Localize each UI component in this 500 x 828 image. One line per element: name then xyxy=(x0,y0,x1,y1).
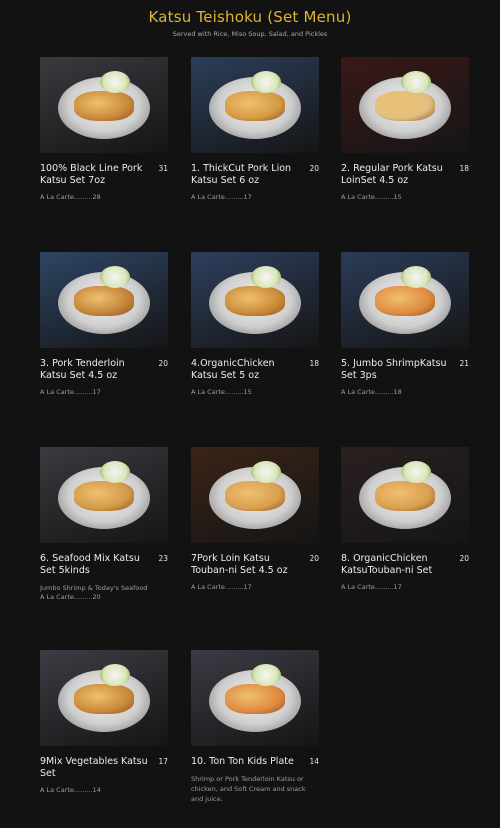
menu-item-photo[interactable] xyxy=(341,447,469,543)
menu-item-alacarte-price: A La Carte.........17 xyxy=(341,583,402,591)
menu-item-card[interactable]: 10. Ton Ton Kids Plate 14 Shrimp or Pork T… xyxy=(191,650,319,804)
menu-item-price: 20 xyxy=(309,554,319,563)
menu-item-photo[interactable] xyxy=(191,650,319,746)
menu-item-photo[interactable] xyxy=(40,447,168,543)
menu-item-name: 6. Seafood Mix Katsu Set 5kinds xyxy=(40,553,140,576)
menu-item-name: 4.OrganicChicken Katsu Set 5 oz xyxy=(191,358,275,381)
menu-item-card[interactable]: 6. Seafood Mix Katsu Set 5kinds 23 Jumbo S… xyxy=(40,447,168,601)
menu-item-card[interactable]: 1. ThickCut Pork Lion Katsu Set 6 oz 20 A … xyxy=(191,57,319,201)
menu-item-card[interactable]: 7Pork Loin Katsu Touban-ni Set 4.5 oz 20 A… xyxy=(191,447,319,591)
menu-item-description: Shrimp or Pork Tenderloin Katsu or chick… xyxy=(191,775,306,803)
menu-item-name: 100% Black Line Pork Katsu Set 7oz xyxy=(40,163,143,186)
menu-item-alacarte-price: A La Carte.........20 xyxy=(40,593,101,601)
menu-item-photo[interactable] xyxy=(341,252,469,348)
menu-item-alacarte-price: A La Carte.........17 xyxy=(40,388,101,396)
menu-item-photo[interactable] xyxy=(40,57,168,153)
menu-item-photo[interactable] xyxy=(341,57,469,153)
menu-item-price: 17 xyxy=(158,757,168,766)
menu-item-name: 3. Pork Tenderloin Katsu Set 4.5 oz xyxy=(40,358,125,381)
menu-item-name: 8. OrganicChicken KatsuTouban-ni Set xyxy=(341,553,433,576)
menu-item-photo[interactable] xyxy=(191,57,319,153)
page-title: Katsu Teishoku (Set Menu) xyxy=(148,8,352,26)
menu-item-name: 1. ThickCut Pork Lion Katsu Set 6 oz xyxy=(191,163,292,186)
menu-item-price: 18 xyxy=(309,359,319,368)
menu-item-card[interactable]: 5. Jumbo ShrimpKatsu Set 3ps 21 A La Carte… xyxy=(341,252,469,396)
menu-item-price: 20 xyxy=(158,359,168,368)
menu-item-alacarte-price: A La Carte.........14 xyxy=(40,786,101,794)
menu-item-alacarte-price: A La Carte.........17 xyxy=(191,583,252,591)
menu-item-card[interactable]: 4.OrganicChicken Katsu Set 5 oz 18 A La Ca… xyxy=(191,252,319,396)
menu-item-name: 7Pork Loin Katsu Touban-ni Set 4.5 oz xyxy=(191,553,288,576)
menu-item-alacarte-price: A La Carte.........28 xyxy=(40,193,101,201)
menu-item-card[interactable]: 9Mix Vegetables Katsu Set 17 A La Carte...… xyxy=(40,650,168,794)
menu-item-price: 21 xyxy=(459,359,469,368)
menu-item-card[interactable]: 3. Pork Tenderloin Katsu Set 4.5 oz 20 A L… xyxy=(40,252,168,396)
menu-item-price: 31 xyxy=(158,164,168,173)
menu-item-alacarte-price: A La Carte.........18 xyxy=(341,388,402,396)
menu-item-alacarte-price: A La Carte.........15 xyxy=(341,193,402,201)
menu-item-description: Jumbo Shrimp & Today's Seafood xyxy=(40,584,148,592)
menu-item-photo[interactable] xyxy=(191,447,319,543)
menu-item-alacarte-price: A La Carte.........15 xyxy=(191,388,252,396)
menu-item-price: 23 xyxy=(158,554,168,563)
menu-item-card[interactable]: 100% Black Line Pork Katsu Set 7oz 31 A La… xyxy=(40,57,168,201)
menu-item-price: 20 xyxy=(459,554,469,563)
menu-item-name: 5. Jumbo ShrimpKatsu Set 3ps xyxy=(341,358,447,381)
page-subtitle: Served with Rice, Miso Soup, Salad, and … xyxy=(172,30,328,38)
menu-item-card[interactable]: 8. OrganicChicken KatsuTouban-ni Set 20 A … xyxy=(341,447,469,591)
menu-item-photo[interactable] xyxy=(40,650,168,746)
menu-item-alacarte-price: A La Carte.........17 xyxy=(191,193,252,201)
menu-header: Katsu Teishoku (Set Menu) Served with Ri… xyxy=(0,0,500,38)
menu-item-price: 20 xyxy=(309,164,319,173)
menu-item-name: 2. Regular Pork Katsu LoinSet 4.5 oz xyxy=(341,163,443,186)
menu-item-price: 18 xyxy=(459,164,469,173)
menu-item-price: 14 xyxy=(309,757,319,766)
menu-item-name: 9Mix Vegetables Katsu Set xyxy=(40,756,148,779)
menu-item-photo[interactable] xyxy=(40,252,168,348)
menu-item-name: 10. Ton Ton Kids Plate xyxy=(191,756,294,767)
menu-item-card[interactable]: 2. Regular Pork Katsu LoinSet 4.5 oz 18 A … xyxy=(341,57,469,201)
menu-item-photo[interactable] xyxy=(191,252,319,348)
